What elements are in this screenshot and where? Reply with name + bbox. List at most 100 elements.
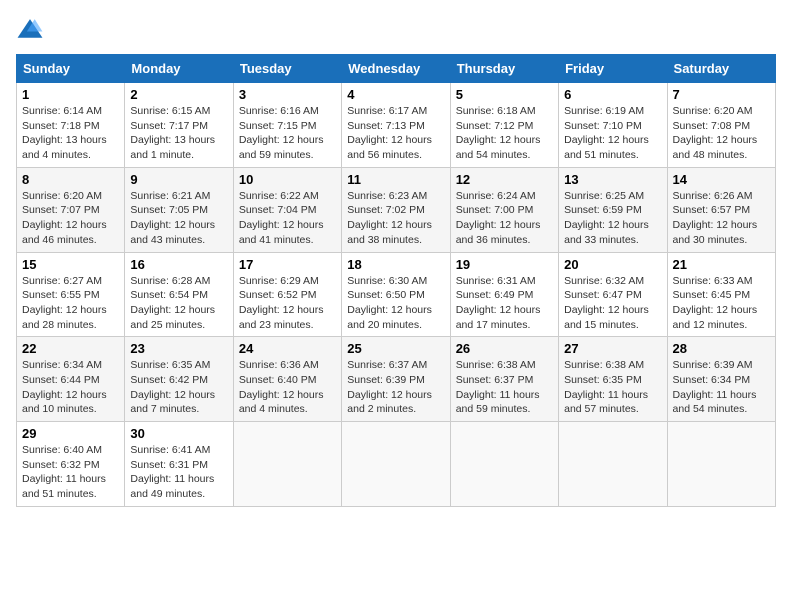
day-info: Sunrise: 6:19 AMSunset: 7:10 PMDaylight:…: [564, 105, 649, 161]
calendar-cell: 27 Sunrise: 6:38 AMSunset: 6:35 PMDaylig…: [559, 337, 667, 422]
day-number: 17: [239, 257, 336, 272]
logo-icon: [16, 16, 44, 44]
day-number: 27: [564, 341, 661, 356]
day-number: 3: [239, 87, 336, 102]
calendar-cell: 23 Sunrise: 6:35 AMSunset: 6:42 PMDaylig…: [125, 337, 233, 422]
day-number: 20: [564, 257, 661, 272]
calendar-cell: 28 Sunrise: 6:39 AMSunset: 6:34 PMDaylig…: [667, 337, 775, 422]
column-header-wednesday: Wednesday: [342, 55, 450, 83]
day-number: 7: [673, 87, 770, 102]
calendar-cell: 19 Sunrise: 6:31 AMSunset: 6:49 PMDaylig…: [450, 252, 558, 337]
day-info: Sunrise: 6:21 AMSunset: 7:05 PMDaylight:…: [130, 190, 215, 246]
day-number: 12: [456, 172, 553, 187]
calendar-cell: 3 Sunrise: 6:16 AMSunset: 7:15 PMDayligh…: [233, 83, 341, 168]
column-header-monday: Monday: [125, 55, 233, 83]
calendar-cell: 14 Sunrise: 6:26 AMSunset: 6:57 PMDaylig…: [667, 167, 775, 252]
calendar-cell: 12 Sunrise: 6:24 AMSunset: 7:00 PMDaylig…: [450, 167, 558, 252]
calendar-cell: 5 Sunrise: 6:18 AMSunset: 7:12 PMDayligh…: [450, 83, 558, 168]
day-number: 30: [130, 426, 227, 441]
day-number: 4: [347, 87, 444, 102]
day-number: 15: [22, 257, 119, 272]
day-info: Sunrise: 6:38 AMSunset: 6:37 PMDaylight:…: [456, 359, 540, 415]
day-info: Sunrise: 6:20 AMSunset: 7:07 PMDaylight:…: [22, 190, 107, 246]
day-info: Sunrise: 6:24 AMSunset: 7:00 PMDaylight:…: [456, 190, 541, 246]
day-info: Sunrise: 6:40 AMSunset: 6:32 PMDaylight:…: [22, 444, 106, 500]
day-info: Sunrise: 6:20 AMSunset: 7:08 PMDaylight:…: [673, 105, 758, 161]
day-number: 18: [347, 257, 444, 272]
calendar-cell: 7 Sunrise: 6:20 AMSunset: 7:08 PMDayligh…: [667, 83, 775, 168]
day-number: 10: [239, 172, 336, 187]
day-info: Sunrise: 6:27 AMSunset: 6:55 PMDaylight:…: [22, 275, 107, 331]
column-header-friday: Friday: [559, 55, 667, 83]
calendar-cell: 24 Sunrise: 6:36 AMSunset: 6:40 PMDaylig…: [233, 337, 341, 422]
calendar-cell: 20 Sunrise: 6:32 AMSunset: 6:47 PMDaylig…: [559, 252, 667, 337]
calendar-cell: 2 Sunrise: 6:15 AMSunset: 7:17 PMDayligh…: [125, 83, 233, 168]
day-info: Sunrise: 6:33 AMSunset: 6:45 PMDaylight:…: [673, 275, 758, 331]
calendar-cell: 1 Sunrise: 6:14 AMSunset: 7:18 PMDayligh…: [17, 83, 125, 168]
calendar-cell: 8 Sunrise: 6:20 AMSunset: 7:07 PMDayligh…: [17, 167, 125, 252]
day-info: Sunrise: 6:31 AMSunset: 6:49 PMDaylight:…: [456, 275, 541, 331]
day-info: Sunrise: 6:29 AMSunset: 6:52 PMDaylight:…: [239, 275, 324, 331]
calendar-cell: 17 Sunrise: 6:29 AMSunset: 6:52 PMDaylig…: [233, 252, 341, 337]
day-info: Sunrise: 6:18 AMSunset: 7:12 PMDaylight:…: [456, 105, 541, 161]
calendar-cell: 15 Sunrise: 6:27 AMSunset: 6:55 PMDaylig…: [17, 252, 125, 337]
day-number: 1: [22, 87, 119, 102]
column-header-tuesday: Tuesday: [233, 55, 341, 83]
day-info: Sunrise: 6:14 AMSunset: 7:18 PMDaylight:…: [22, 105, 107, 161]
day-info: Sunrise: 6:35 AMSunset: 6:42 PMDaylight:…: [130, 359, 215, 415]
week-row-5: 29 Sunrise: 6:40 AMSunset: 6:32 PMDaylig…: [17, 422, 776, 507]
logo: [16, 16, 48, 44]
day-number: 9: [130, 172, 227, 187]
day-number: 5: [456, 87, 553, 102]
day-info: Sunrise: 6:16 AMSunset: 7:15 PMDaylight:…: [239, 105, 324, 161]
day-number: 24: [239, 341, 336, 356]
day-number: 14: [673, 172, 770, 187]
day-number: 23: [130, 341, 227, 356]
day-number: 25: [347, 341, 444, 356]
calendar-cell: 6 Sunrise: 6:19 AMSunset: 7:10 PMDayligh…: [559, 83, 667, 168]
day-info: Sunrise: 6:23 AMSunset: 7:02 PMDaylight:…: [347, 190, 432, 246]
header-row: SundayMondayTuesdayWednesdayThursdayFrid…: [17, 55, 776, 83]
day-number: 13: [564, 172, 661, 187]
column-header-thursday: Thursday: [450, 55, 558, 83]
page-header: [16, 16, 776, 44]
day-info: Sunrise: 6:41 AMSunset: 6:31 PMDaylight:…: [130, 444, 214, 500]
day-number: 26: [456, 341, 553, 356]
day-number: 8: [22, 172, 119, 187]
day-info: Sunrise: 6:25 AMSunset: 6:59 PMDaylight:…: [564, 190, 649, 246]
calendar-table: SundayMondayTuesdayWednesdayThursdayFrid…: [16, 54, 776, 507]
column-header-sunday: Sunday: [17, 55, 125, 83]
day-info: Sunrise: 6:32 AMSunset: 6:47 PMDaylight:…: [564, 275, 649, 331]
day-info: Sunrise: 6:36 AMSunset: 6:40 PMDaylight:…: [239, 359, 324, 415]
calendar-cell: 9 Sunrise: 6:21 AMSunset: 7:05 PMDayligh…: [125, 167, 233, 252]
week-row-2: 8 Sunrise: 6:20 AMSunset: 7:07 PMDayligh…: [17, 167, 776, 252]
calendar-cell: 30 Sunrise: 6:41 AMSunset: 6:31 PMDaylig…: [125, 422, 233, 507]
day-info: Sunrise: 6:37 AMSunset: 6:39 PMDaylight:…: [347, 359, 432, 415]
day-number: 6: [564, 87, 661, 102]
day-number: 28: [673, 341, 770, 356]
day-number: 2: [130, 87, 227, 102]
calendar-cell: 18 Sunrise: 6:30 AMSunset: 6:50 PMDaylig…: [342, 252, 450, 337]
day-info: Sunrise: 6:17 AMSunset: 7:13 PMDaylight:…: [347, 105, 432, 161]
day-info: Sunrise: 6:38 AMSunset: 6:35 PMDaylight:…: [564, 359, 648, 415]
day-number: 22: [22, 341, 119, 356]
week-row-1: 1 Sunrise: 6:14 AMSunset: 7:18 PMDayligh…: [17, 83, 776, 168]
day-info: Sunrise: 6:15 AMSunset: 7:17 PMDaylight:…: [130, 105, 215, 161]
column-header-saturday: Saturday: [667, 55, 775, 83]
week-row-4: 22 Sunrise: 6:34 AMSunset: 6:44 PMDaylig…: [17, 337, 776, 422]
calendar-cell: 10 Sunrise: 6:22 AMSunset: 7:04 PMDaylig…: [233, 167, 341, 252]
calendar-cell: [559, 422, 667, 507]
calendar-cell: 22 Sunrise: 6:34 AMSunset: 6:44 PMDaylig…: [17, 337, 125, 422]
calendar-cell: 29 Sunrise: 6:40 AMSunset: 6:32 PMDaylig…: [17, 422, 125, 507]
calendar-cell: [450, 422, 558, 507]
calendar-cell: 11 Sunrise: 6:23 AMSunset: 7:02 PMDaylig…: [342, 167, 450, 252]
calendar-cell: 26 Sunrise: 6:38 AMSunset: 6:37 PMDaylig…: [450, 337, 558, 422]
day-info: Sunrise: 6:39 AMSunset: 6:34 PMDaylight:…: [673, 359, 757, 415]
calendar-cell: 13 Sunrise: 6:25 AMSunset: 6:59 PMDaylig…: [559, 167, 667, 252]
day-number: 29: [22, 426, 119, 441]
day-info: Sunrise: 6:34 AMSunset: 6:44 PMDaylight:…: [22, 359, 107, 415]
calendar-cell: 16 Sunrise: 6:28 AMSunset: 6:54 PMDaylig…: [125, 252, 233, 337]
calendar-cell: 21 Sunrise: 6:33 AMSunset: 6:45 PMDaylig…: [667, 252, 775, 337]
day-info: Sunrise: 6:26 AMSunset: 6:57 PMDaylight:…: [673, 190, 758, 246]
day-info: Sunrise: 6:22 AMSunset: 7:04 PMDaylight:…: [239, 190, 324, 246]
